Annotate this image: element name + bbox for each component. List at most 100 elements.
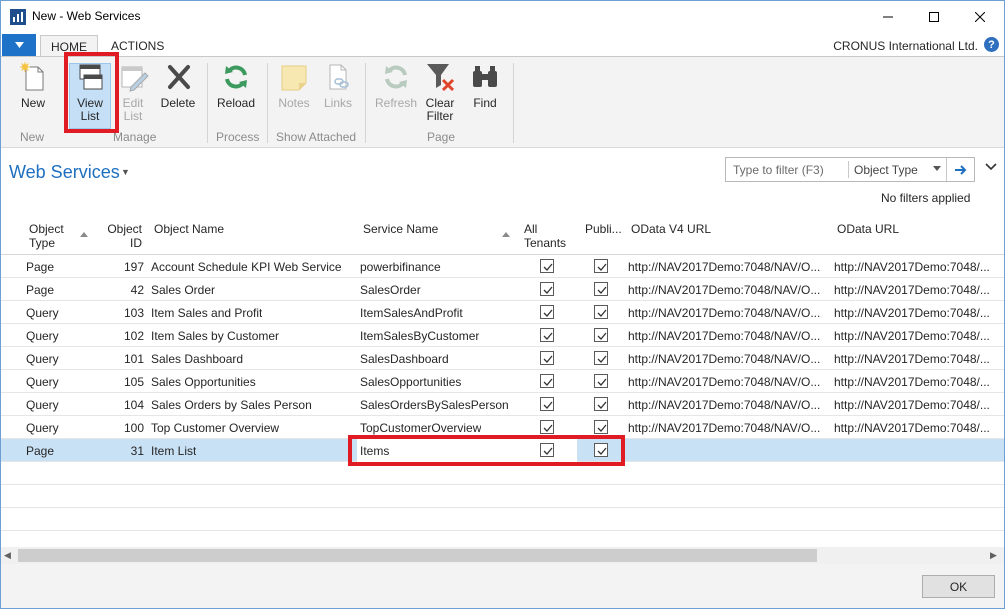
col-header-odata-url[interactable]: OData URL <box>837 222 899 236</box>
col-header-service-name[interactable]: Service Name <box>363 222 438 236</box>
checkmark-icon <box>597 424 607 432</box>
ok-button[interactable]: OK <box>922 575 995 598</box>
horizontal-scrollbar[interactable]: ◀ ▶ <box>1 547 1004 564</box>
close-button[interactable] <box>957 1 1003 32</box>
group-label-manage: Manage <box>113 130 157 144</box>
all-tenants-checkbox[interactable] <box>540 305 554 319</box>
cell-service-name[interactable]: ItemSalesByCustomer <box>360 329 479 343</box>
all-tenants-checkbox[interactable] <box>540 282 554 296</box>
minimize-icon <box>883 16 893 17</box>
filter-field-dropdown-icon[interactable] <box>933 166 941 171</box>
cell-object-id: 100 <box>123 421 144 435</box>
col-header-object-type-line2: Type <box>29 236 56 250</box>
col-header-odata-v4-url[interactable]: OData V4 URL <box>631 222 711 236</box>
edit-list-button[interactable]: Edit List <box>115 61 151 129</box>
scroll-left-icon[interactable]: ◀ <box>4 550 11 561</box>
cell-service-name[interactable]: SalesOrdersBySalesPerson <box>360 398 509 412</box>
all-tenants-checkbox[interactable] <box>540 420 554 434</box>
published-checkbox[interactable] <box>594 328 608 342</box>
col-header-object-id[interactable]: Object ID <box>106 222 142 250</box>
cell-odata-url[interactable]: http://NAV2017Demo:7048/... <box>834 398 1002 412</box>
company-name[interactable]: CRONUS International Ltd. <box>833 39 978 53</box>
all-tenants-checkbox[interactable] <box>540 374 554 388</box>
col-header-all-tenants[interactable]: All Tenants <box>524 222 566 250</box>
all-tenants-checkbox[interactable] <box>540 259 554 273</box>
filter-divider <box>848 161 849 178</box>
published-checkbox[interactable] <box>594 374 608 388</box>
web-services-window: New - Web Services HOME ACTIONS CRONUS I… <box>0 0 1005 609</box>
table-row[interactable]: Query 102 Item Sales by Customer ItemSalesB… <box>1 324 1004 347</box>
table-row[interactable]: Query 101 Sales Dashboard SalesDashboard htt… <box>1 347 1004 370</box>
checkmark-icon <box>543 378 553 386</box>
cell-odata-url[interactable]: http://NAV2017Demo:7048/... <box>834 260 1002 274</box>
scroll-right-icon[interactable]: ▶ <box>990 550 997 561</box>
filter-input[interactable] <box>726 158 848 181</box>
page-title[interactable]: Web Services <box>9 162 120 183</box>
cell-odata-v4-url[interactable]: http://NAV2017Demo:7048/NAV/O... <box>628 352 826 366</box>
cell-odata-v4-url[interactable]: http://NAV2017Demo:7048/NAV/O... <box>628 306 826 320</box>
cell-service-name[interactable]: SalesOpportunities <box>360 375 461 389</box>
chevron-down-icon[interactable] <box>985 163 997 171</box>
reload-button[interactable]: Reload <box>215 61 257 129</box>
cell-odata-url[interactable]: http://NAV2017Demo:7048/... <box>834 375 1002 389</box>
app-menu-button[interactable] <box>2 34 36 56</box>
dropdown-triangle-icon <box>14 42 24 48</box>
published-checkbox[interactable] <box>594 420 608 434</box>
cell-odata-v4-url[interactable]: http://NAV2017Demo:7048/NAV/O... <box>628 329 826 343</box>
cell-odata-v4-url[interactable]: http://NAV2017Demo:7048/NAV/O... <box>628 260 826 274</box>
published-checkbox[interactable] <box>594 397 608 411</box>
cell-service-name[interactable]: SalesDashboard <box>360 352 449 366</box>
cell-service-name[interactable]: ItemSalesAndProfit <box>360 306 463 320</box>
clear-filter-button[interactable]: Clear Filter <box>421 61 459 129</box>
apply-filter-button[interactable] <box>946 158 975 181</box>
all-tenants-checkbox[interactable] <box>540 397 554 411</box>
cell-object-name: Account Schedule KPI Web Service <box>151 260 342 274</box>
help-icon[interactable]: ? <box>984 37 999 52</box>
cell-object-type: Query <box>26 329 59 343</box>
cell-object-id: 103 <box>123 306 144 320</box>
delete-button[interactable]: Delete <box>157 61 199 129</box>
col-header-published[interactable]: Publi... <box>585 222 622 236</box>
table-row[interactable]: Query 103 Item Sales and Profit ItemSalesAn… <box>1 301 1004 324</box>
scrollbar-thumb[interactable] <box>18 549 817 562</box>
cell-odata-v4-url[interactable]: http://NAV2017Demo:7048/NAV/O... <box>628 375 826 389</box>
table-row[interactable]: Query 104 Sales Orders by Sales Person Sale… <box>1 393 1004 416</box>
cell-service-name[interactable]: TopCustomerOverview <box>360 421 481 435</box>
links-button[interactable]: Links <box>319 61 357 129</box>
cell-odata-url[interactable]: http://NAV2017Demo:7048/... <box>834 329 1002 343</box>
cell-service-name[interactable]: SalesOrder <box>360 283 421 297</box>
checkmark-icon <box>543 309 553 317</box>
ribbon-separator <box>513 63 514 143</box>
cell-odata-v4-url[interactable]: http://NAV2017Demo:7048/NAV/O... <box>628 283 826 297</box>
title-dropdown-icon[interactable]: ▼ <box>121 167 130 177</box>
clear-filter-icon <box>427 64 455 92</box>
col-header-object-name[interactable]: Object Name <box>154 222 224 236</box>
new-button[interactable]: New <box>13 61 53 129</box>
refresh-button[interactable]: Refresh <box>373 61 419 129</box>
published-checkbox[interactable] <box>594 351 608 365</box>
table-row[interactable]: Page 197 Account Schedule KPI Web Service p… <box>1 255 1004 278</box>
checkmark-icon <box>597 401 607 409</box>
cell-object-name: Top Customer Overview <box>151 421 280 435</box>
cell-odata-v4-url[interactable]: http://NAV2017Demo:7048/NAV/O... <box>628 421 826 435</box>
published-checkbox[interactable] <box>594 259 608 273</box>
col-header-object-type[interactable]: Object Type <box>29 222 64 250</box>
cell-service-name[interactable]: powerbifinance <box>360 260 441 274</box>
maximize-button[interactable] <box>911 1 957 32</box>
cell-odata-url[interactable]: http://NAV2017Demo:7048/... <box>834 283 1002 297</box>
published-checkbox[interactable] <box>594 305 608 319</box>
all-tenants-checkbox[interactable] <box>540 328 554 342</box>
cell-odata-url[interactable]: http://NAV2017Demo:7048/... <box>834 352 1002 366</box>
cell-odata-url[interactable]: http://NAV2017Demo:7048/... <box>834 421 1002 435</box>
notes-button[interactable]: Notes <box>275 61 313 129</box>
cell-odata-url[interactable]: http://NAV2017Demo:7048/... <box>834 306 1002 320</box>
filter-field-select[interactable]: Object Type <box>854 163 918 177</box>
cell-odata-v4-url[interactable]: http://NAV2017Demo:7048/NAV/O... <box>628 398 826 412</box>
table-row[interactable]: Page 42 Sales Order SalesOrder http://NAV201… <box>1 278 1004 301</box>
all-tenants-checkbox[interactable] <box>540 351 554 365</box>
find-button[interactable]: Find <box>465 61 505 129</box>
edit-list-label-1: Edit <box>122 96 144 110</box>
published-checkbox[interactable] <box>594 282 608 296</box>
minimize-button[interactable] <box>865 1 911 32</box>
table-row[interactable]: Query 105 Sales Opportunities SalesOpportun… <box>1 370 1004 393</box>
